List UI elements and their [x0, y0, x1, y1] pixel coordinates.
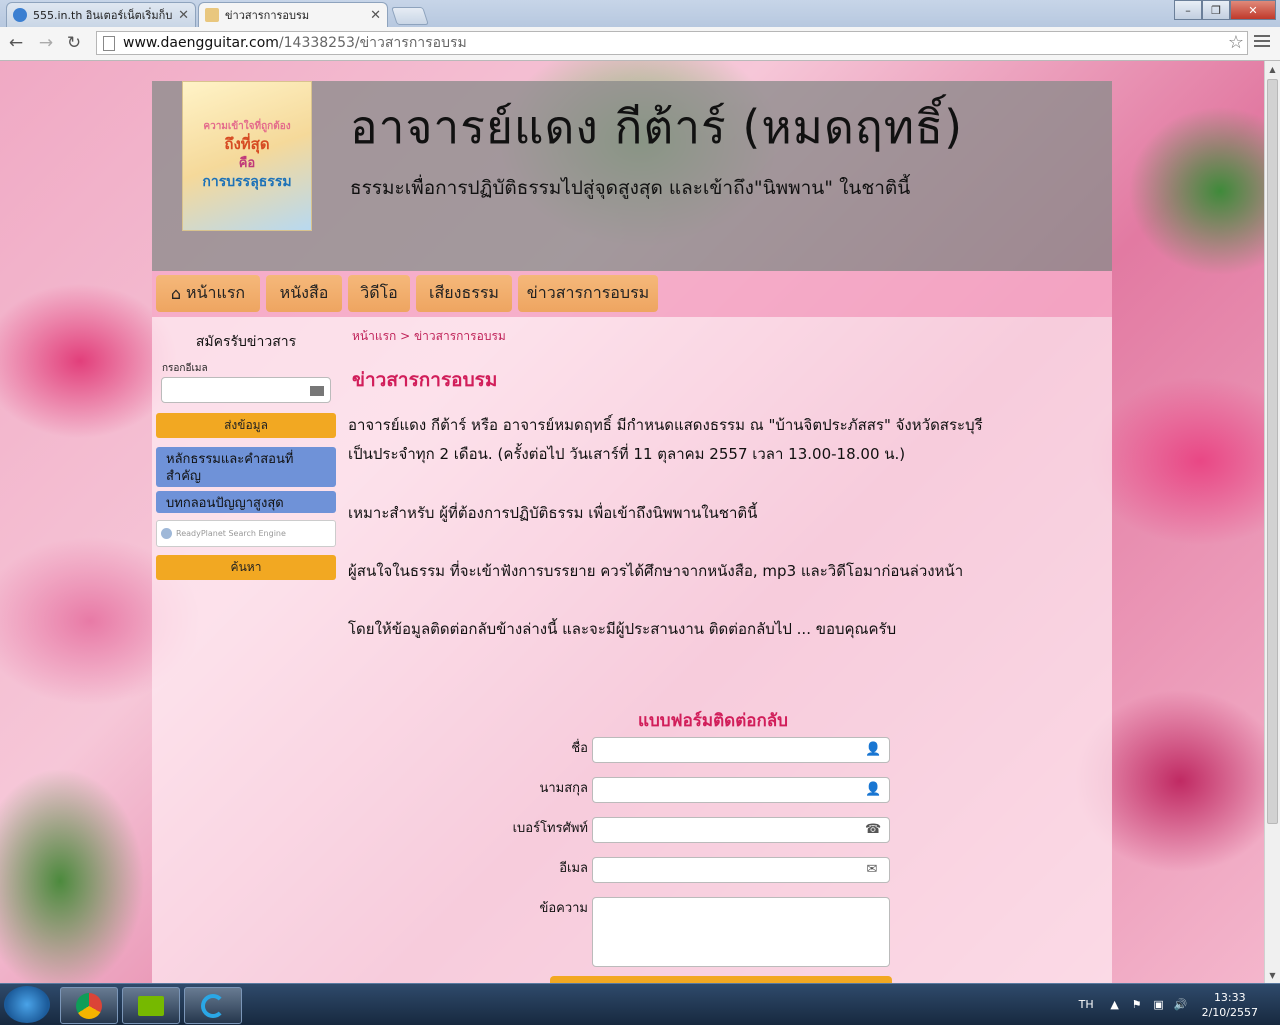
paragraph: โดยให้ข้อมูลติดต่อกลับข้างล่างนี้ และจะม… — [348, 620, 897, 638]
clock[interactable]: 13:33 2/10/2557 — [1202, 990, 1258, 1020]
home-icon: ⌂ — [170, 284, 182, 303]
nav-label: วิดีโอ — [360, 283, 398, 302]
search-button[interactable]: ค้นหา — [156, 555, 336, 580]
phone-label: เบอร์โทรศัพท์ — [512, 821, 588, 836]
last-name-label: นามสกุล — [539, 781, 588, 796]
newsletter-heading: สมัครรับข่าวสาร — [195, 334, 297, 350]
new-tab-button[interactable] — [391, 7, 429, 25]
vertical-scrollbar[interactable]: ▲ ▼ — [1264, 61, 1280, 983]
phone-field[interactable]: ☎ — [592, 817, 890, 843]
nav-label: ข่าวสารการอบรม — [526, 283, 650, 302]
reload-icon[interactable]: ↻ — [64, 33, 84, 53]
nav-label: หน้าแรก — [186, 283, 246, 302]
paragraph: เหมาะสำหรับ ผู้ที่ต้องการปฏิบัติธรรม เพื… — [348, 504, 758, 522]
page-icon — [103, 35, 115, 51]
nav-item-videos[interactable]: วิดีโอ — [348, 275, 410, 312]
browser-toolbar: ← → ↻ www.daengguitar.com /14338253/ข่าว… — [0, 27, 1280, 61]
back-arrow-icon[interactable]: ← — [6, 33, 26, 53]
browser-tab-2[interactable]: ข่าวสารการอบรม ✕ — [198, 2, 388, 27]
first-name-label: ชื่อ — [571, 741, 588, 756]
system-tray: TH ▲ ⚑ ▣ 🔊 13:33 2/10/2557 — [1079, 984, 1280, 1025]
envelope-icon: ✉ — [866, 862, 878, 877]
nav-label: เสียงธรรม — [429, 283, 499, 302]
url-domain: www.daengguitar.com — [123, 35, 279, 51]
logo-line: ความเข้าใจที่ถูกต้อง — [203, 121, 291, 133]
address-bar[interactable]: www.daengguitar.com /14338253/ข่าวสารการ… — [96, 31, 1248, 55]
action-center-flag-icon[interactable]: ⚑ — [1130, 998, 1144, 1012]
network-icon[interactable]: ▣ — [1152, 998, 1166, 1012]
scroll-thumb[interactable] — [1267, 79, 1278, 824]
site-title: อาจารย์แดง กีต้าร์ (หมดฤทธิ์) — [350, 100, 964, 154]
paragraph: ผู้สนใจในธรรม ที่จะเข้าฟังการบรรยาย ควรไ… — [348, 562, 964, 580]
star-icon[interactable]: ☆ — [1228, 32, 1244, 53]
search-input[interactable]: ReadyPlanet Search Engine — [156, 520, 336, 547]
search-engine-icon — [161, 528, 172, 539]
clock-date: 2/10/2557 — [1201, 1005, 1258, 1019]
page-viewport: ความเข้าใจที่ถูกต้อง ถึงที่สุด คือ การบร… — [0, 61, 1264, 983]
windows-taskbar: TH ▲ ⚑ ▣ 🔊 13:33 2/10/2557 — [0, 983, 1280, 1025]
logo-line: ถึงที่สุด — [224, 135, 270, 154]
scroll-down-icon[interactable]: ▼ — [1265, 967, 1280, 983]
sidebar-link-poems[interactable]: บทกลอนปัญญาสูงสุด — [156, 491, 336, 513]
clock-time: 13:33 — [1213, 990, 1246, 1004]
nav-label: หนังสือ — [279, 283, 329, 302]
nvidia-icon[interactable] — [122, 987, 180, 1024]
email-field[interactable]: ✉ — [592, 857, 890, 883]
restore-button[interactable]: ❐ — [1202, 0, 1230, 20]
app-icon[interactable] — [184, 987, 242, 1024]
tab-bar: 555.in.th อินเตอร์เน็ตเริ่มก็บ ✕ ข่าวสาร… — [0, 0, 1280, 27]
nav-item-training-news[interactable]: ข่าวสารการอบรม — [518, 275, 658, 312]
scroll-up-icon[interactable]: ▲ — [1265, 61, 1280, 77]
show-hidden-icons-icon[interactable]: ▲ — [1108, 998, 1122, 1012]
forward-arrow-icon[interactable]: → — [36, 33, 56, 53]
subscribe-button[interactable]: ส่งข้อมูล — [156, 413, 336, 438]
volume-icon[interactable]: 🔊 — [1174, 998, 1188, 1012]
paragraph: อาจารย์แดง กีต้าร์ หรือ อาจารย์หมดฤทธิ์ … — [348, 416, 983, 463]
first-name-field[interactable]: 👤 — [592, 737, 890, 763]
phone-icon: ☎ — [865, 822, 882, 837]
envelope-icon — [310, 386, 324, 396]
start-button[interactable] — [4, 986, 50, 1023]
site-favicon-icon — [13, 8, 27, 22]
message-textarea[interactable] — [592, 897, 890, 967]
user-icon: 👤 — [865, 742, 882, 757]
site-header: ความเข้าใจที่ถูกต้อง ถึงที่สุด คือ การบร… — [152, 81, 1112, 271]
page-title: ข่าวสารการอบรม — [352, 369, 498, 391]
logo-line: คือ — [238, 155, 256, 171]
email-label: กรอกอีเมล — [162, 363, 208, 374]
sidebar-link-teachings[interactable]: หลักธรรมและคำสอนที่สำคัญ — [156, 447, 336, 487]
content-area: สมัครรับข่าวสาร กรอกอีเมล ส่งข้อมูล หลัก… — [152, 317, 1112, 983]
browser-tab-1[interactable]: 555.in.th อินเตอร์เน็ตเริ่มก็บ ✕ — [6, 2, 196, 27]
nav-item-audio[interactable]: เสียงธรรม — [416, 275, 512, 312]
search-placeholder: ReadyPlanet Search Engine — [176, 529, 286, 538]
close-tab-icon[interactable]: ✕ — [178, 8, 189, 23]
submit-button[interactable] — [550, 976, 892, 983]
main-nav: ⌂ หน้าแรก หนังสือ วิดีโอ เสียงธรรม ข่าวส… — [152, 271, 1112, 317]
url-path: /14338253/ข่าวสารการอบรม — [278, 35, 467, 51]
chrome-icon[interactable] — [60, 987, 118, 1024]
close-tab-icon[interactable]: ✕ — [370, 8, 381, 23]
menu-icon[interactable] — [1254, 35, 1270, 50]
last-name-field[interactable]: 👤 — [592, 777, 890, 803]
site-container: ความเข้าใจที่ถูกต้อง ถึงที่สุด คือ การบร… — [152, 81, 1112, 983]
nav-item-books[interactable]: หนังสือ — [266, 275, 342, 312]
breadcrumb[interactable]: หน้าแรก > ข่าวสารการอบรม — [352, 327, 506, 346]
nav-item-home[interactable]: ⌂ หน้าแรก — [156, 275, 260, 312]
newsletter-email-input[interactable] — [161, 377, 331, 403]
tab-title: ข่าวสารการอบรม — [225, 9, 310, 22]
message-label: ข้อความ — [539, 901, 588, 916]
user-icon: 👤 — [865, 782, 882, 797]
contact-form-title: แบบฟอร์มติดต่อกลับ — [638, 711, 788, 731]
logo-line: การบรรลุธรรม — [202, 174, 292, 191]
site-favicon-icon — [205, 8, 219, 22]
minimize-button[interactable]: – — [1174, 0, 1202, 20]
site-subtitle: ธรรมะเพื่อการปฏิบัติธรรมไปสู่จุดสูงสุด แ… — [350, 177, 911, 199]
language-indicator[interactable]: TH — [1079, 998, 1094, 1011]
email-label: อีเมล — [559, 861, 588, 876]
window-controls: – ❐ ✕ — [1174, 0, 1276, 20]
tab-title: 555.in.th อินเตอร์เน็ตเริ่มก็บ — [33, 9, 173, 22]
site-logo[interactable]: ความเข้าใจที่ถูกต้อง ถึงที่สุด คือ การบร… — [182, 81, 312, 231]
close-window-button[interactable]: ✕ — [1230, 0, 1276, 20]
